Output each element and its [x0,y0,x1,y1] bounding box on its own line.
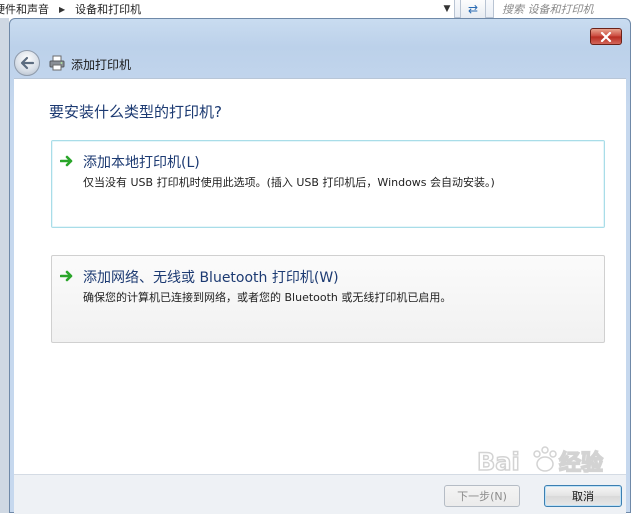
add-network-printer-option[interactable]: 添加网络、无线或 Bluetooth 打印机(W) 确保您的计算机已连接到网络，… [51,255,605,343]
breadcrumb[interactable]: 硬件和声音 ▶ 设备和打印机 [0,0,455,18]
add-local-printer-option[interactable]: 添加本地打印机(L) 仅当没有 USB 打印机时使用此选项。(插入 USB 打印… [51,140,605,228]
background-window-edge [0,18,9,513]
svg-text:经验: 经验 [559,450,603,476]
green-arrow-icon [60,155,73,167]
printer-icon [49,55,65,71]
close-button[interactable] [590,28,622,45]
svg-text:Bai: Bai [477,448,520,476]
option-description: 确保您的计算机已连接到网络，或者您的 Bluetooth 或无线打印机已启用。 [83,291,452,304]
option-description: 仅当没有 USB 打印机时使用此选项。(插入 USB 打印机后，Windows … [83,176,495,189]
option-title: 添加网络、无线或 Bluetooth 打印机(W) [83,270,339,286]
refresh-icon[interactable]: ⇄ [460,0,486,18]
green-arrow-icon [60,270,73,282]
breadcrumb-separator-icon: ▶ [59,4,66,14]
background-address-bar: 硬件和声音 ▶ 设备和打印机 ▼ ⇄ 搜索 设备和打印机 [0,0,631,18]
cancel-button[interactable]: 取消 [544,485,622,507]
add-printer-dialog: 添加打印机 要安装什么类型的打印机? 添加本地打印机(L) 仅当没有 USB 打… [9,18,631,514]
title-bar[interactable] [10,19,630,47]
next-button[interactable]: 下一步(N) [444,485,520,507]
breadcrumb-item-hardware-sound[interactable]: 硬件和声音 [0,1,49,17]
option-title: 添加本地打印机(L) [83,155,200,171]
close-icon [600,31,612,42]
breadcrumb-item-devices-printers[interactable]: 设备和打印机 [75,1,141,17]
navigation-bar: 添加打印机 [10,47,630,78]
dialog-title: 添加打印机 [71,58,132,72]
search-input[interactable]: 搜索 设备和打印机 [493,0,631,18]
baidu-watermark-logo: Bai 经验 [476,446,604,477]
content-panel: 要安装什么类型的打印机? 添加本地打印机(L) 仅当没有 USB 打印机时使用此… [14,78,626,474]
back-arrow-icon [20,56,35,70]
page-title: 要安装什么类型的打印机? [49,103,222,121]
button-bar: 下一步(N) 取消 [14,474,626,514]
back-button[interactable] [14,50,40,76]
chevron-down-icon[interactable]: ▼ [440,2,454,16]
